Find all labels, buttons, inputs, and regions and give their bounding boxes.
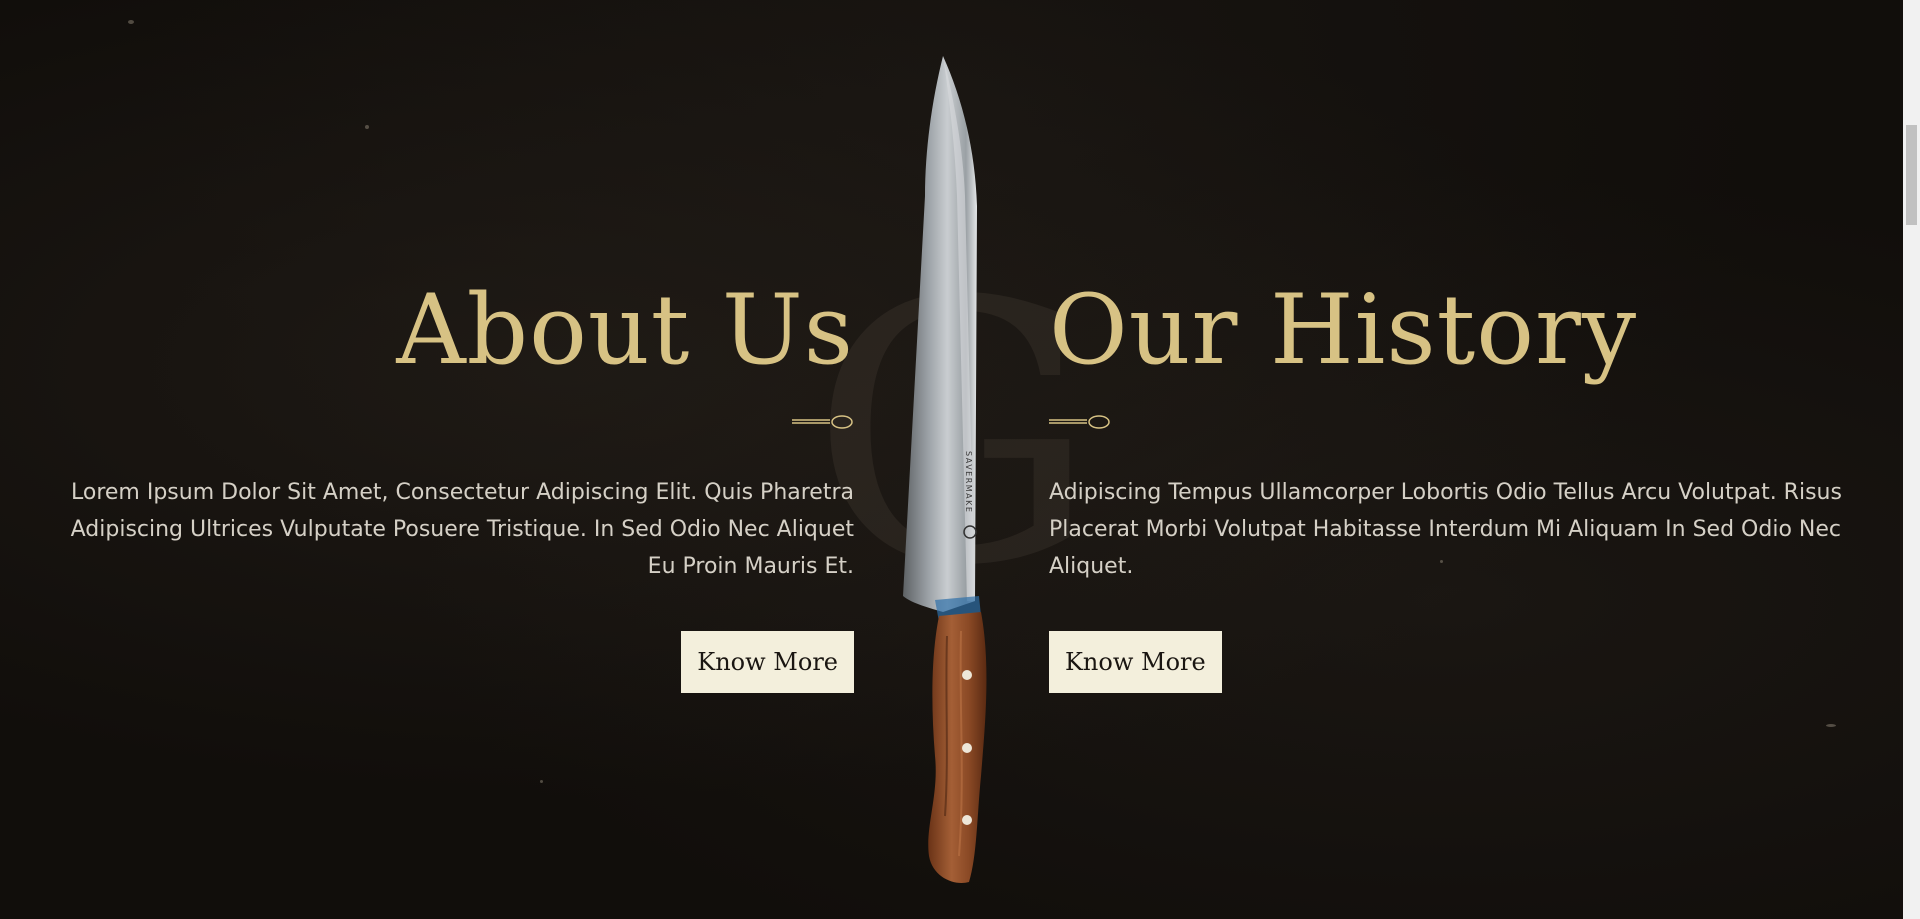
scrollbar-thumb[interactable] bbox=[1906, 125, 1917, 225]
page: G SAVERMAKE bbox=[0, 0, 1920, 919]
background-speck bbox=[365, 125, 369, 129]
background-speck bbox=[540, 780, 543, 783]
background-speck bbox=[1826, 724, 1836, 727]
history-heading: Our History bbox=[1049, 274, 1638, 386]
history-know-more-button[interactable]: Know More bbox=[1049, 631, 1222, 693]
knife-image: SAVERMAKE bbox=[903, 56, 987, 883]
about-know-more-button[interactable]: Know More bbox=[681, 631, 854, 693]
spoon-divider-icon bbox=[1049, 415, 1110, 429]
about-section: About Us Lorem Ipsum Dolor Sit Amet, Con… bbox=[60, 270, 854, 693]
about-text: Lorem Ipsum Dolor Sit Amet, Consectetur … bbox=[70, 480, 854, 579]
spoon-divider-icon bbox=[792, 415, 853, 429]
history-text: Adipiscing Tempus Ullamcorper Lobortis O… bbox=[1049, 480, 1842, 579]
about-heading: About Us bbox=[396, 274, 854, 386]
history-section: Our History Adipiscing Tempus Ullamcorpe… bbox=[1049, 270, 1849, 693]
knife-brand-text: SAVERMAKE bbox=[964, 451, 973, 513]
vertical-scrollbar[interactable] bbox=[1903, 0, 1920, 919]
background-speck bbox=[128, 20, 134, 24]
